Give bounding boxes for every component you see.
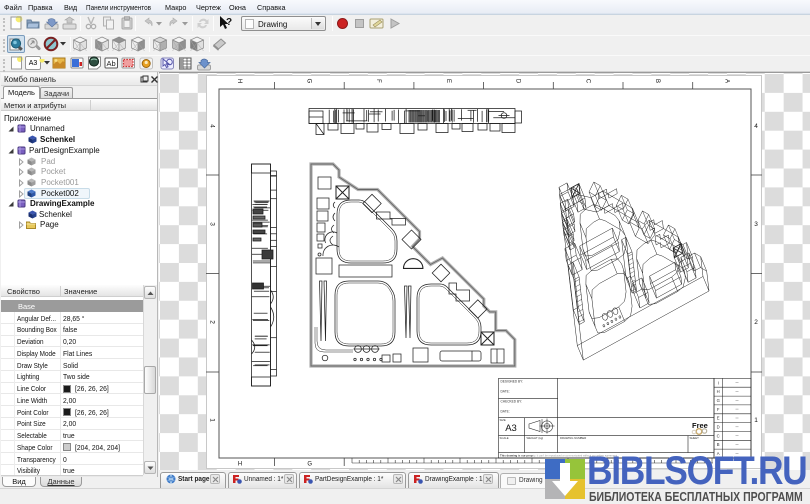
svg-text:H: H	[238, 462, 242, 468]
svg-text:G: G	[307, 462, 312, 468]
svg-text:DATE:: DATE:	[501, 410, 510, 414]
svg-text:SHEET: SHEET	[690, 436, 700, 440]
svg-text:DRAWING NUMBER: DRAWING NUMBER	[560, 436, 586, 440]
svg-text:I: I	[718, 380, 719, 385]
svg-text:3: 3	[754, 221, 758, 228]
svg-text:F: F	[717, 407, 720, 412]
svg-text:2: 2	[209, 320, 216, 324]
svg-text:G: G	[306, 79, 312, 84]
svg-text:C: C	[717, 433, 720, 438]
svg-text:F: F	[375, 79, 381, 83]
svg-text:4: 4	[754, 123, 758, 130]
svg-text:Ab: Ab	[107, 59, 116, 68]
svg-text:2: 2	[754, 319, 758, 326]
svg-text:D: D	[717, 425, 720, 430]
svg-text:This drawing is our prop: This drawing is our prop	[500, 453, 533, 457]
svg-text:3: 3	[209, 222, 216, 226]
svg-text:G: G	[717, 398, 720, 403]
svg-text:B: B	[654, 79, 660, 83]
svg-text:?: ?	[226, 17, 232, 28]
svg-text:1: 1	[209, 418, 216, 422]
svg-text:H: H	[717, 389, 720, 394]
svg-text:DATE:: DATE:	[501, 390, 510, 394]
svg-text:A3: A3	[505, 423, 517, 434]
svg-text:SIZE: SIZE	[500, 418, 506, 422]
svg-text:E: E	[717, 416, 720, 421]
svg-text:CHECKED BY:: CHECKED BY:	[501, 400, 523, 404]
svg-text:H: H	[236, 79, 242, 83]
svg-text:D: D	[515, 79, 521, 84]
svg-text:1: 1	[754, 417, 758, 424]
svg-text:DESIGNED BY:: DESIGNED BY:	[501, 380, 524, 384]
svg-text:A: A	[724, 79, 730, 83]
svg-text:SCALE: SCALE	[500, 436, 509, 440]
svg-text:4: 4	[209, 124, 216, 128]
svg-text:WEIGHT (kg): WEIGHT (kg)	[527, 436, 544, 440]
svg-text:C: C	[584, 79, 590, 84]
svg-text:B: B	[717, 442, 720, 447]
svg-text:E: E	[445, 79, 451, 83]
